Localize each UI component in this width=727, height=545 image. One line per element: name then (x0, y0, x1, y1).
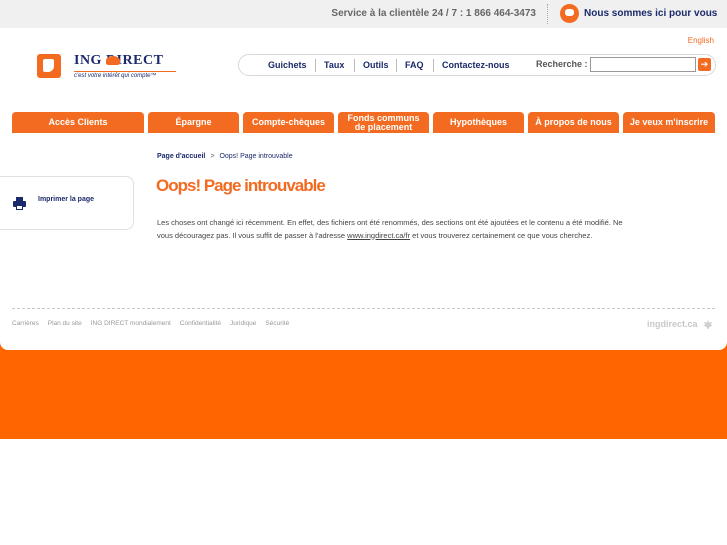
ing-logo-icon (37, 54, 61, 78)
search-button[interactable]: ➔ (698, 58, 711, 71)
footer-link-juridique[interactable]: Juridique (230, 320, 256, 327)
utility-nav: Guichets Taux Outils FAQ Contactez-nous … (238, 54, 716, 76)
message-text-end: et vous trouverez certainement ce que vo… (410, 230, 593, 240)
tab-inscrire[interactable]: Je veux m'inscrire (623, 112, 715, 133)
tab-epargne[interactable]: Épargne (148, 112, 239, 133)
search-label: Recherche : (536, 59, 588, 69)
footer-link-confidentialite[interactable]: Confidentialité (180, 320, 221, 327)
util-separator (354, 59, 355, 72)
util-link-guichets[interactable]: Guichets (268, 60, 307, 70)
footer-link-plan[interactable]: Plan du site (48, 320, 82, 327)
orange-footer-band (0, 340, 727, 439)
footer-link-carrieres[interactable]: Carrières (12, 320, 39, 327)
maple-leaf-icon (703, 320, 713, 329)
breadcrumb: Page d'accueil > Oops! Page introuvable (157, 153, 293, 160)
util-separator (315, 59, 316, 72)
footer-link-mondial[interactable]: ING DIRECT mondialement (91, 320, 171, 327)
footer-divider (12, 308, 715, 309)
lion-icon (106, 56, 120, 65)
card-bottom-edge (0, 338, 727, 350)
site-link[interactable]: www.ingdirect.ca/fr (347, 231, 410, 240)
breadcrumb-home[interactable]: Page d'accueil (157, 153, 205, 160)
breadcrumb-current: Oops! Page introuvable (219, 153, 293, 160)
tab-acces-clients[interactable]: Accès Clients (12, 112, 144, 133)
tab-a-propos[interactable]: À propos de nous (528, 112, 619, 133)
util-link-faq[interactable]: FAQ (405, 60, 424, 70)
util-link-contact[interactable]: Contactez-nous (442, 60, 510, 70)
language-link[interactable]: English (688, 36, 714, 45)
tab-fonds-communs[interactable]: Fonds communs de placement (338, 112, 429, 133)
customer-service-phone: Service à la clientèle 24 / 7 : 1 866 46… (331, 8, 536, 19)
chat-bubble-icon[interactable] (560, 4, 579, 23)
chat-link[interactable]: Nous sommes ici pour vous (584, 8, 717, 19)
logo-tagline: c'est votre intérêt qui compte™ (74, 71, 176, 79)
search-input[interactable] (590, 57, 696, 72)
tab-compte-cheques[interactable]: Compte-chèques (243, 112, 334, 133)
error-message: Les choses ont changé ici récemment. En … (157, 217, 637, 242)
footer-links: Carrières Plan du site ING DIRECT mondiale… (12, 320, 298, 327)
util-link-taux[interactable]: Taux (324, 60, 344, 70)
util-separator (396, 59, 397, 72)
breadcrumb-separator: > (210, 153, 215, 160)
printer-icon[interactable] (13, 197, 26, 210)
top-bar: Service à la clientèle 24 / 7 : 1 866 46… (0, 0, 727, 28)
tab-hypotheques[interactable]: Hypothèques (433, 112, 524, 133)
page-title: Oops! Page introuvable (156, 176, 326, 195)
util-link-outils[interactable]: Outils (363, 60, 389, 70)
footer-brand: ingdirect.ca (647, 319, 698, 329)
util-separator (433, 59, 434, 72)
main-nav: Accès Clients Épargne Compte-chèques Fon… (0, 112, 727, 133)
page: Service à la clientèle 24 / 7 : 1 866 46… (0, 0, 727, 545)
print-page-link[interactable]: Imprimer la page (38, 196, 94, 203)
top-divider (547, 4, 548, 24)
footer-link-securite[interactable]: Sécurité (265, 320, 289, 327)
